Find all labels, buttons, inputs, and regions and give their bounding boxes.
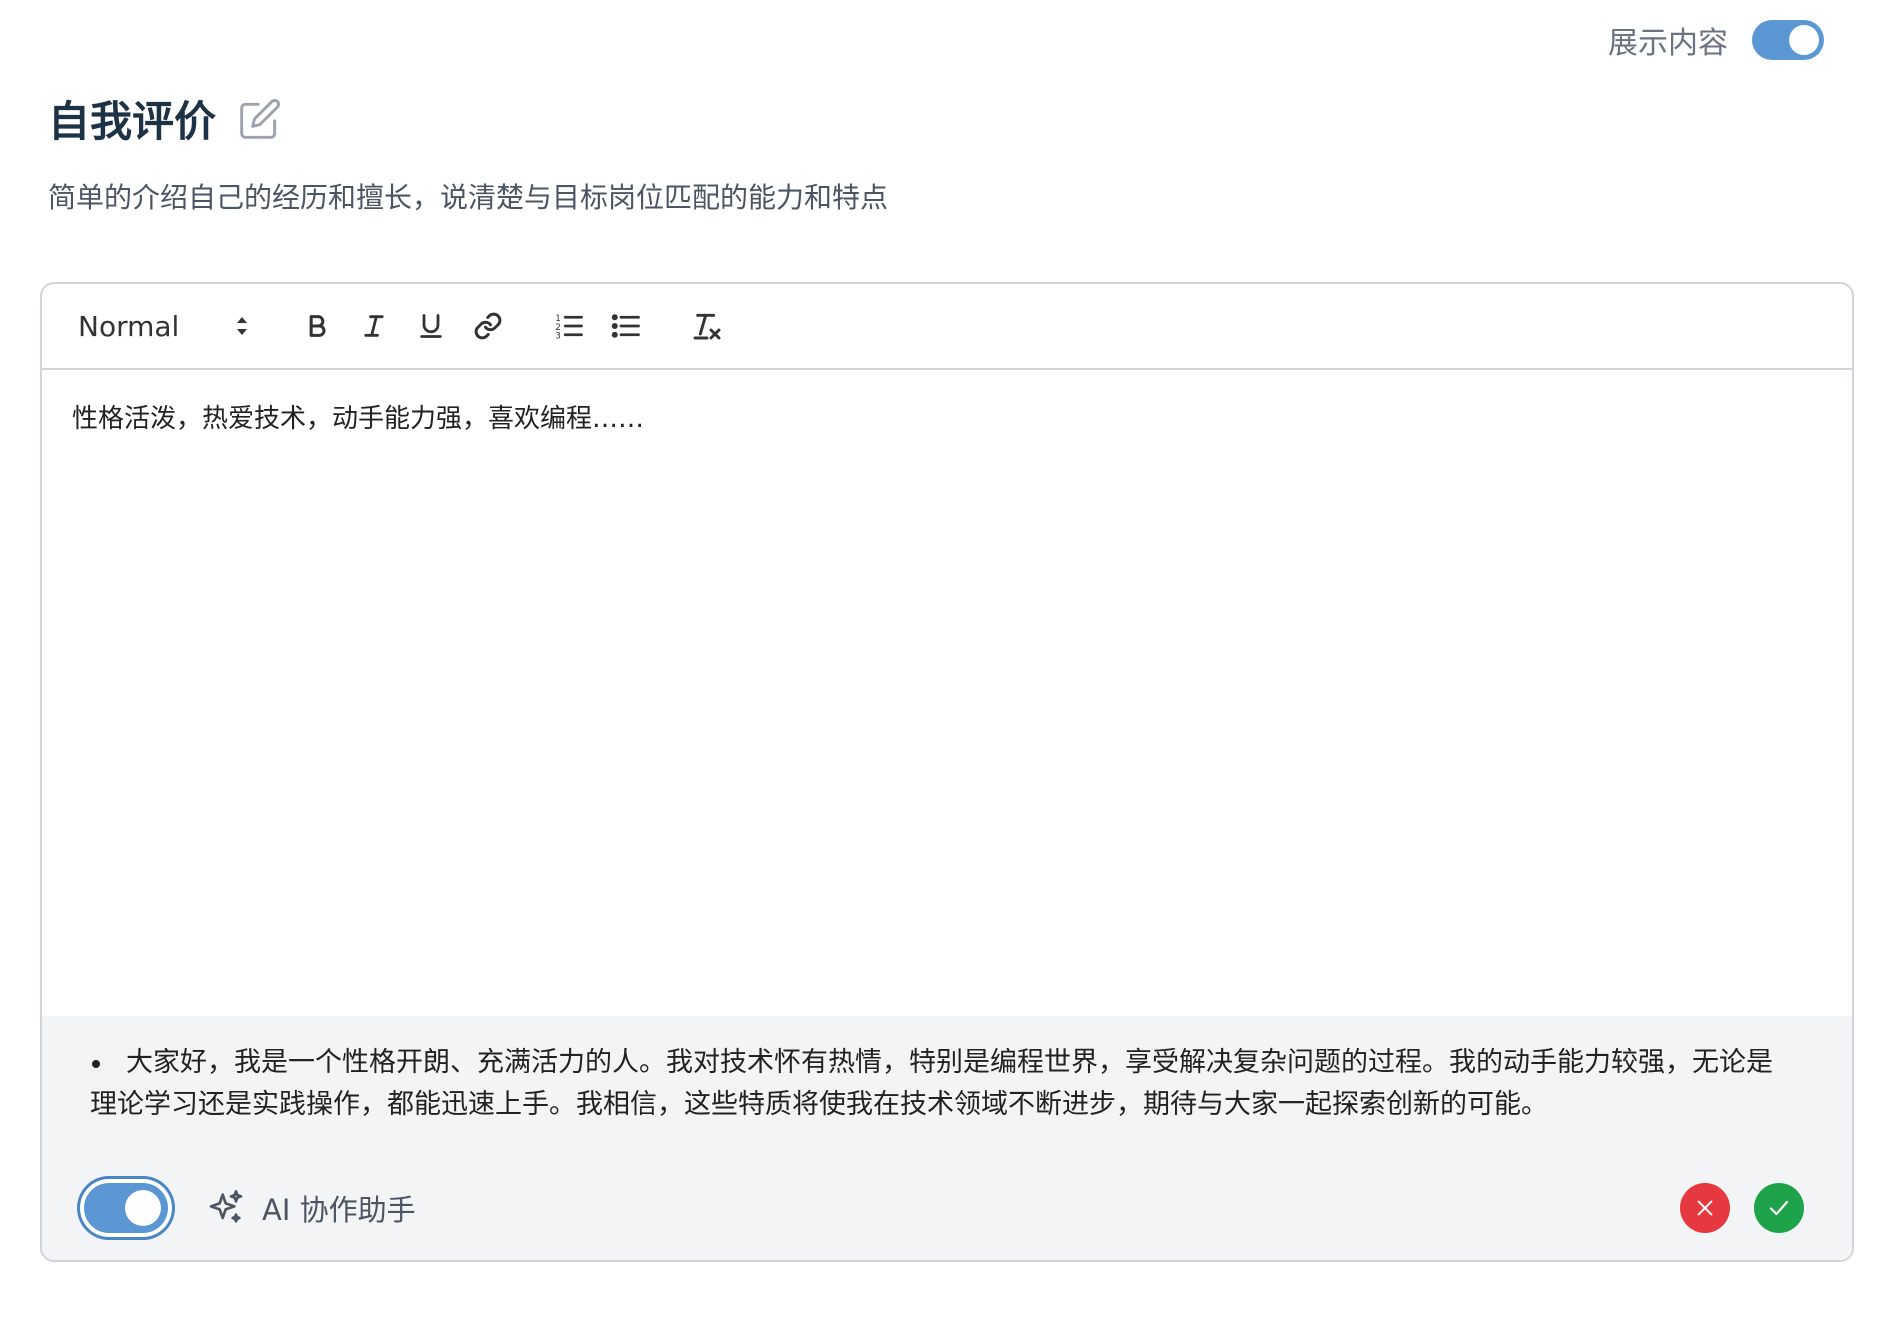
clear-format-button[interactable] bbox=[684, 303, 730, 349]
ordered-list-button[interactable]: 1 2 3 bbox=[546, 303, 592, 349]
link-button[interactable] bbox=[465, 303, 511, 349]
ai-suggestion-item: 大家好，我是一个性格开朗、充满活力的人。我对技术怀有热情，特别是编程世界，享受解… bbox=[90, 1042, 1792, 1126]
editor-toolbar: Normal 1 2 3 bbox=[42, 284, 1852, 370]
edit-icon[interactable] bbox=[238, 97, 282, 141]
rich-text-editor: Normal 1 2 3 性格活泼，热爱技术，动手能力强，喜欢编程…… 大家好，… bbox=[40, 282, 1854, 1262]
page: 展示内容 自我评价 简单的介绍自己的经历和擅长，说清楚与目标岗位匹配的能力和特点… bbox=[0, 0, 1896, 1321]
accept-button[interactable] bbox=[1754, 1183, 1804, 1233]
ai-suggestion-text: 大家好，我是一个性格开朗、充满活力的人。我对技术怀有热情，特别是编程世界，享受解… bbox=[90, 1047, 1773, 1120]
format-select-value: Normal bbox=[78, 309, 180, 343]
switch-knob bbox=[125, 1190, 161, 1226]
sparkle-icon bbox=[209, 1190, 243, 1223]
ai-assistant-switch[interactable] bbox=[84, 1183, 168, 1233]
editor-content[interactable]: 性格活泼，热爱技术，动手能力强，喜欢编程…… bbox=[42, 370, 1852, 1018]
italic-button[interactable] bbox=[351, 303, 397, 349]
reject-button[interactable] bbox=[1680, 1183, 1730, 1233]
switch-knob bbox=[1789, 25, 1819, 55]
bold-icon bbox=[309, 315, 326, 337]
select-arrows-icon bbox=[237, 317, 247, 335]
check-icon bbox=[1769, 1200, 1789, 1216]
close-icon bbox=[1697, 1200, 1713, 1216]
clear-format-icon bbox=[693, 313, 721, 340]
show-content-toggle-group: 展示内容 bbox=[1608, 18, 1824, 62]
bullet-icon bbox=[92, 1059, 100, 1068]
show-content-switch[interactable] bbox=[1752, 20, 1824, 60]
underline-button[interactable] bbox=[408, 303, 454, 349]
underline-icon bbox=[420, 314, 442, 338]
italic-icon bbox=[364, 315, 384, 337]
show-content-label: 展示内容 bbox=[1608, 26, 1728, 61]
ai-assistant-label: AI 协作助手 bbox=[262, 1193, 416, 1227]
ordered-list-icon: 1 2 3 bbox=[555, 314, 583, 342]
ai-assistant-panel: 大家好，我是一个性格开朗、充满活力的人。我对技术怀有热情，特别是编程世界，享受解… bbox=[42, 1016, 1852, 1260]
section-header: 自我评价 bbox=[48, 88, 282, 149]
svg-text:3: 3 bbox=[555, 332, 561, 342]
format-select[interactable]: Normal bbox=[78, 310, 250, 343]
link-icon bbox=[474, 312, 502, 340]
section-title: 自我评价 bbox=[48, 97, 217, 146]
bold-button[interactable] bbox=[294, 303, 340, 349]
bullet-list-icon bbox=[611, 314, 640, 338]
bullet-list-button[interactable] bbox=[603, 303, 649, 349]
ai-footer: AI 协作助手 bbox=[84, 1180, 1804, 1236]
section-subtitle: 简单的介绍自己的经历和擅长，说清楚与目标岗位匹配的能力和特点 bbox=[48, 181, 889, 214]
